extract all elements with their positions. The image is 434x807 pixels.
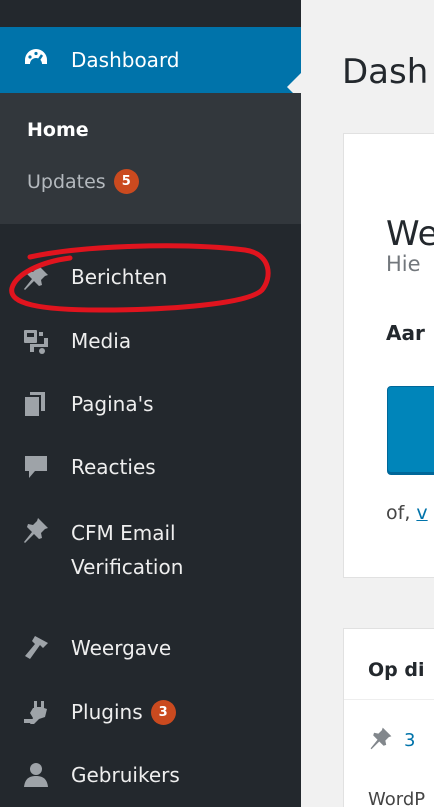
page-title: Dash	[342, 52, 429, 92]
media-icon	[20, 325, 52, 357]
pushpin-icon	[20, 261, 52, 293]
glance-posts-count: 3	[404, 730, 416, 751]
menu-item-paginas[interactable]: Pagina's	[0, 372, 301, 436]
menu-label-cfm-email-verification: CFM Email Verification	[71, 516, 183, 584]
pages-icon	[20, 388, 52, 420]
admin-sidebar: Dashboard Home Updates 5 Berichten Media…	[0, 0, 301, 807]
menu-item-berichten[interactable]: Berichten	[0, 245, 301, 309]
menu-item-weergave[interactable]: Weergave	[0, 616, 301, 680]
glance-title: Op di	[368, 659, 425, 681]
menu-label-gebruikers: Gebruikers	[71, 763, 180, 787]
or-link[interactable]: v	[416, 502, 427, 524]
submenu-item-updates[interactable]: Updates 5	[27, 169, 139, 194]
dashboard-submenu: Home Updates 5	[0, 93, 301, 224]
glance-footer-text: WordP	[368, 789, 426, 807]
submenu-label-home: Home	[27, 119, 89, 141]
menu-label-media: Media	[71, 329, 132, 353]
menu-label-reacties: Reacties	[71, 455, 156, 479]
menu-label-weergave: Weergave	[71, 636, 172, 660]
submenu-label-updates: Updates	[27, 170, 106, 193]
menu-label-berichten: Berichten	[71, 265, 168, 289]
welcome-subtitle: Hie	[386, 252, 421, 276]
pushpin-icon	[368, 725, 394, 756]
menu-item-plugins[interactable]: Plugins 3	[0, 680, 301, 744]
menu-label-plugins: Plugins 3	[71, 699, 176, 725]
menu-item-cfm-email-verification[interactable]: CFM Email Verification	[0, 510, 301, 590]
submenu-item-home[interactable]: Home	[27, 119, 89, 141]
users-icon	[20, 759, 52, 791]
menu-label-line1: CFM Email	[71, 521, 176, 545]
dashboard-icon	[20, 44, 52, 76]
appearance-icon	[20, 632, 52, 664]
glance-posts-link[interactable]: 3	[368, 725, 415, 756]
menu-item-gebruikers[interactable]: Gebruikers	[0, 743, 301, 807]
or-prefix: of,	[386, 502, 417, 524]
plugins-count-badge: 3	[150, 699, 176, 725]
main-content: Dash We Hie Aar of, v Op di 3 WordP	[301, 0, 434, 807]
divider	[344, 699, 434, 700]
menu-item-dashboard[interactable]: Dashboard	[0, 27, 301, 102]
welcome-panel: We Hie Aar of, v	[343, 133, 434, 578]
welcome-title: We	[386, 214, 434, 254]
or-text: of, v	[386, 502, 428, 524]
comments-icon	[20, 451, 52, 483]
menu-item-media[interactable]: Media	[0, 309, 301, 373]
menu-label-dashboard: Dashboard	[71, 48, 180, 72]
pushpin-icon	[20, 514, 52, 546]
plugins-icon	[20, 696, 52, 728]
menu-item-reacties[interactable]: Reacties	[0, 435, 301, 499]
menu-label-line2: Verification	[71, 555, 184, 579]
customize-site-button[interactable]	[387, 386, 434, 473]
get-started-heading: Aar	[386, 321, 425, 345]
menu-label-paginas: Pagina's	[71, 392, 154, 416]
at-a-glance-panel: Op di 3 WordP	[343, 628, 434, 807]
updates-count-badge: 5	[113, 169, 139, 194]
plugins-label: Plugins	[71, 700, 143, 724]
